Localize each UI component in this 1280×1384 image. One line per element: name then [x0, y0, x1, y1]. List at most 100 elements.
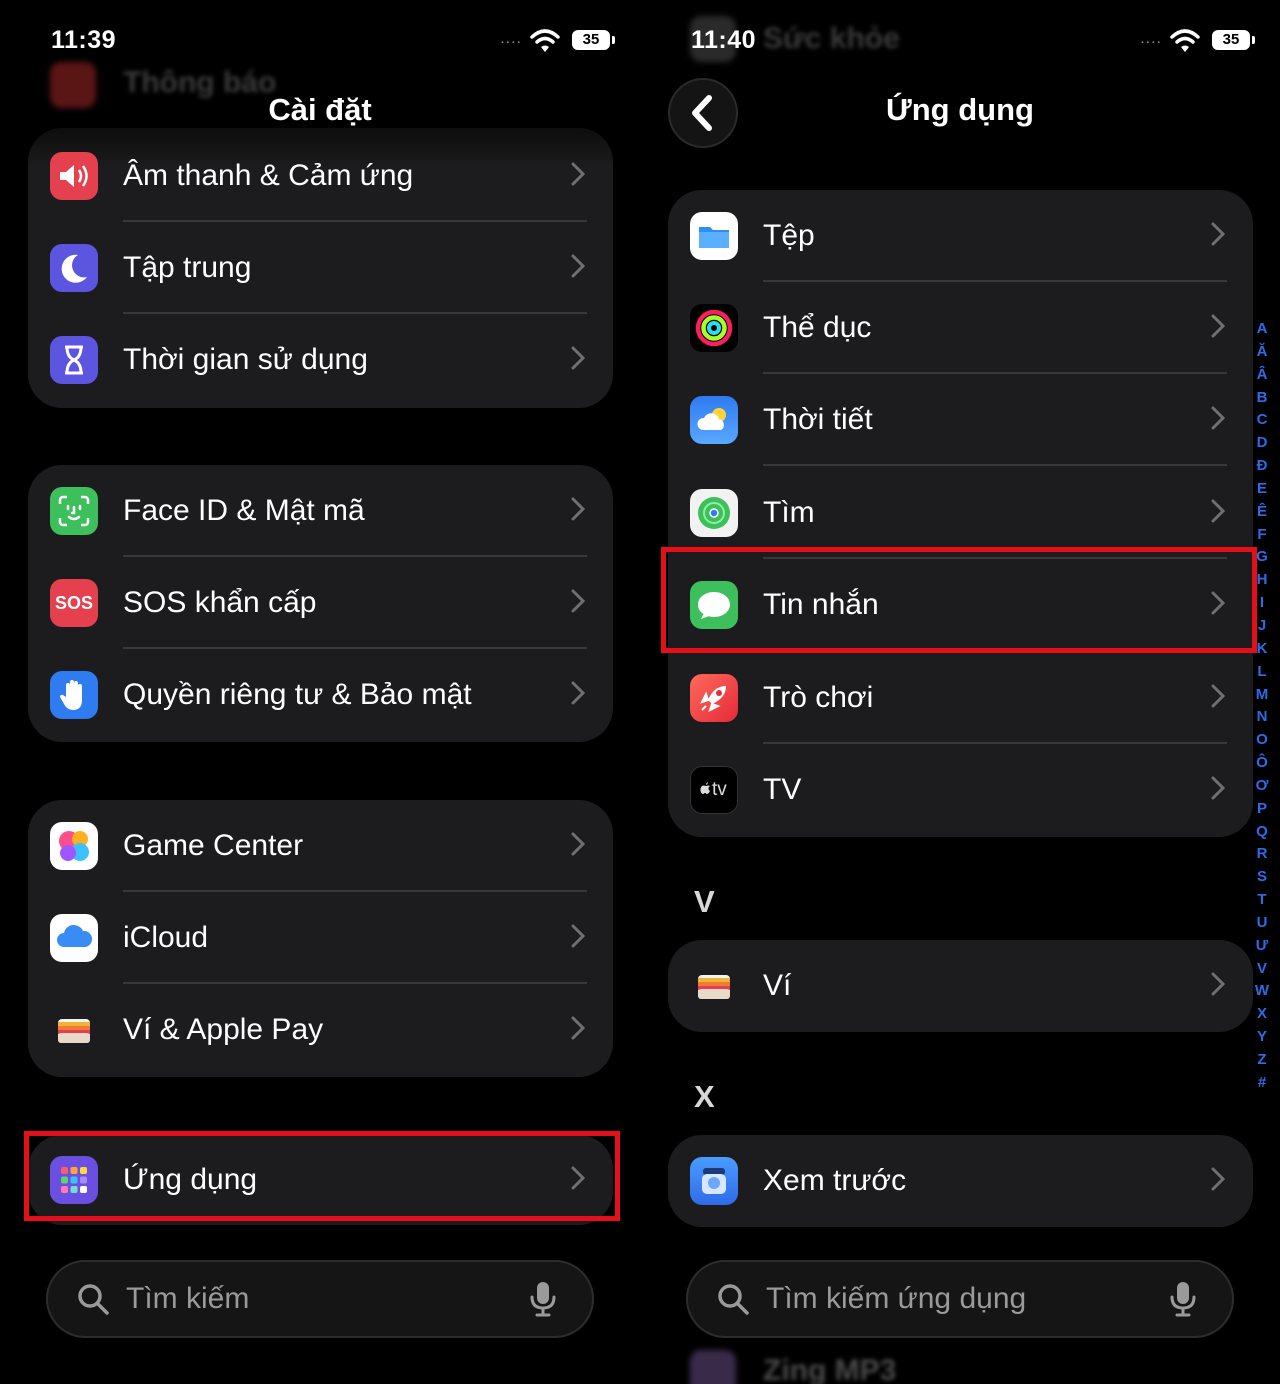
index-letter[interactable]: A — [1250, 318, 1274, 341]
index-letter[interactable]: # — [1250, 1072, 1274, 1095]
wallet-icon — [690, 962, 738, 1010]
row-label: Tập trung — [123, 251, 252, 284]
app-row-games[interactable]: Trò chơi — [668, 652, 1253, 744]
index-letter[interactable]: E — [1250, 478, 1274, 501]
index-letter[interactable]: R — [1250, 843, 1274, 866]
index-letter[interactable]: V — [1250, 958, 1274, 981]
wallet-icon — [50, 1006, 98, 1054]
chevron-right-icon — [1211, 314, 1225, 338]
find-my-icon — [690, 489, 738, 537]
row-label: Trò chơi — [763, 681, 874, 714]
chevron-right-icon — [571, 924, 585, 948]
wifi-icon — [1170, 29, 1200, 52]
settings-row-game-center[interactable]: Game Center — [28, 800, 613, 892]
game-center-icon — [50, 822, 98, 870]
row-label: Thời tiết — [763, 403, 873, 436]
settings-group-3: Game Center iCloud Ví & Apple Pay — [28, 800, 613, 1077]
apple-tv-icon: tv — [690, 766, 738, 814]
moon-icon — [50, 244, 98, 292]
highlight-box-messages — [661, 547, 1257, 653]
row-label: Ví — [763, 969, 792, 1002]
search-placeholder: Tìm kiếm ứng dụng — [766, 1282, 1027, 1315]
index-letter[interactable]: L — [1250, 661, 1274, 684]
speaker-icon — [50, 152, 98, 200]
row-label: Âm thanh & Cảm ứng — [123, 159, 414, 192]
search-icon — [718, 1284, 749, 1315]
section-header-v: V — [694, 884, 715, 919]
settings-row-screen-time[interactable]: Thời gian sử dụng — [28, 314, 613, 406]
row-label: Thời gian sử dụng — [123, 343, 368, 376]
index-letter[interactable]: O — [1250, 729, 1274, 752]
search-apps-field[interactable]: Tìm kiếm ứng dụng — [686, 1260, 1234, 1338]
tv-icon-text: tv — [712, 779, 727, 800]
settings-row-sos[interactable]: SOS SOS khẩn cấp — [28, 557, 613, 649]
alphabet-index[interactable]: A Ă Â B C D Đ E Ê F G H I J K L M N O Ô Ơ P Q R S T U Ư V W X Y Z # — [1250, 318, 1274, 1095]
index-letter[interactable]: Y — [1250, 1026, 1274, 1049]
app-row-tv[interactable]: tv TV — [668, 744, 1253, 836]
chevron-right-icon — [571, 254, 585, 278]
index-letter[interactable]: Z — [1250, 1049, 1274, 1072]
index-letter[interactable]: Ư — [1250, 935, 1274, 958]
chevron-right-icon — [571, 162, 585, 186]
row-label: iCloud — [123, 921, 209, 954]
hourglass-icon — [50, 336, 98, 384]
app-row-preview[interactable]: Xem trước — [668, 1135, 1253, 1227]
index-letter[interactable]: X — [1250, 1003, 1274, 1026]
chevron-right-icon — [1211, 499, 1225, 523]
chevron-right-icon — [1211, 1167, 1225, 1191]
search-field[interactable]: Tìm kiếm — [46, 1260, 594, 1338]
app-row-files[interactable]: Tệp — [668, 190, 1253, 282]
signal-dots-icon: .... — [1140, 30, 1162, 47]
index-letter[interactable]: D — [1250, 432, 1274, 455]
status-time: 11:39 — [51, 26, 117, 54]
weather-icon — [690, 396, 738, 444]
sos-icon: SOS — [50, 579, 98, 627]
chevron-right-icon — [571, 1016, 585, 1040]
app-row-fitness[interactable]: Thể dục — [668, 282, 1253, 374]
games-rocket-icon — [690, 674, 738, 722]
settings-row-focus[interactable]: Tập trung — [28, 222, 613, 314]
row-label: Tìm — [763, 496, 815, 529]
index-letter[interactable]: T — [1250, 889, 1274, 912]
row-label: Tệp — [763, 219, 815, 252]
app-row-weather[interactable]: Thời tiết — [668, 374, 1253, 466]
index-letter[interactable]: W — [1250, 980, 1274, 1003]
settings-row-privacy[interactable]: Quyền riêng tư & Bảo mật — [28, 649, 613, 741]
index-letter[interactable]: Q — [1250, 821, 1274, 844]
index-letter[interactable]: B — [1250, 387, 1274, 410]
fitness-rings-icon — [690, 304, 738, 352]
settings-row-sound[interactable]: Âm thanh & Cảm ứng — [28, 130, 613, 222]
index-letter[interactable]: Ơ — [1250, 775, 1274, 798]
status-bar: 11:40 .... 35 — [640, 26, 1280, 60]
chevron-right-icon — [571, 681, 585, 705]
index-letter[interactable]: Đ — [1250, 455, 1274, 478]
index-letter[interactable]: C — [1250, 409, 1274, 432]
chevron-right-icon — [571, 589, 585, 613]
settings-row-icloud[interactable]: iCloud — [28, 892, 613, 984]
index-letter[interactable]: Â — [1250, 364, 1274, 387]
index-letter[interactable]: P — [1250, 798, 1274, 821]
app-row-wallet[interactable]: Ví — [668, 940, 1253, 1032]
row-label: Face ID & Mật mã — [123, 494, 365, 527]
chevron-right-icon — [1211, 776, 1225, 800]
face-id-icon — [50, 487, 98, 535]
settings-row-wallet[interactable]: Ví & Apple Pay — [28, 984, 613, 1076]
index-letter[interactable]: F — [1250, 524, 1274, 547]
zing-mp3-ghost-icon — [690, 1350, 736, 1384]
index-letter[interactable]: M — [1250, 684, 1274, 707]
index-letter[interactable]: Ô — [1250, 752, 1274, 775]
index-letter[interactable]: U — [1250, 912, 1274, 935]
settings-row-face-id[interactable]: Face ID & Mật mã — [28, 465, 613, 557]
index-letter[interactable]: S — [1250, 866, 1274, 889]
index-letter[interactable]: Ă — [1250, 341, 1274, 364]
app-row-find-my[interactable]: Tìm — [668, 467, 1253, 559]
peek-row-label: Zing MP3 — [763, 1354, 897, 1384]
index-letter[interactable]: Ê — [1250, 501, 1274, 524]
microphone-icon[interactable] — [528, 1280, 558, 1318]
battery-icon: 35 — [1212, 30, 1255, 50]
index-letter[interactable]: N — [1250, 706, 1274, 729]
settings-group-2: Face ID & Mật mã SOS SOS khẩn cấp Quyền … — [28, 465, 613, 742]
hand-icon — [50, 671, 98, 719]
page-title: Cài đặt — [268, 92, 372, 127]
microphone-icon[interactable] — [1168, 1280, 1198, 1318]
